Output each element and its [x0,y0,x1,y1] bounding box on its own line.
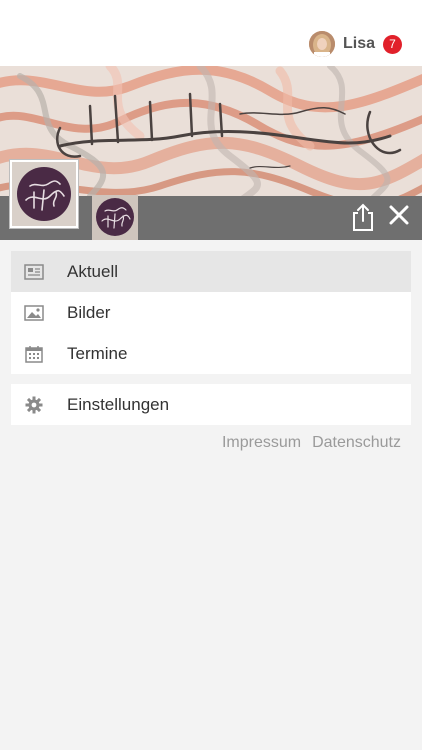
avatar[interactable] [308,31,335,57]
impressum-link[interactable]: Impressum [222,434,301,452]
menu-item-termine[interactable]: Termine [11,333,411,374]
settings-label: Einstellungen [67,394,170,414]
share-button[interactable] [350,202,376,232]
calligraphy-logo [92,195,138,240]
calendar-icon [24,345,44,363]
datenschutz-link[interactable]: Datenschutz [312,434,401,452]
share-icon [353,203,373,231]
footer-links: Impressum Datenschutz [222,434,401,452]
menu-item-label: Bilder [67,302,111,322]
user-name[interactable]: Lisa [343,35,375,53]
calligraphy-logo [12,162,76,226]
top-bar: Lisa 7 [0,0,422,66]
user-profile[interactable]: Lisa 7 [308,30,402,58]
menu-item-bilder[interactable]: Bilder [11,292,411,333]
club-logo-small [92,195,138,240]
main-menu: Aktuell Bilder Termine [11,251,411,374]
close-icon [389,205,409,225]
menu-item-aktuell[interactable]: Aktuell [11,251,411,292]
settings-menu: Einstellungen [11,384,411,425]
menu-item-label: Termine [67,343,128,363]
club-logo-large [10,160,78,228]
notification-badge[interactable]: 7 [383,34,402,54]
close-button[interactable] [387,203,411,227]
menu-item-einstellungen[interactable]: Einstellungen [11,384,411,425]
menu-item-label: Aktuell [67,261,119,281]
image-icon [24,304,44,322]
gear-icon [24,396,44,414]
newspaper-icon [24,263,44,281]
